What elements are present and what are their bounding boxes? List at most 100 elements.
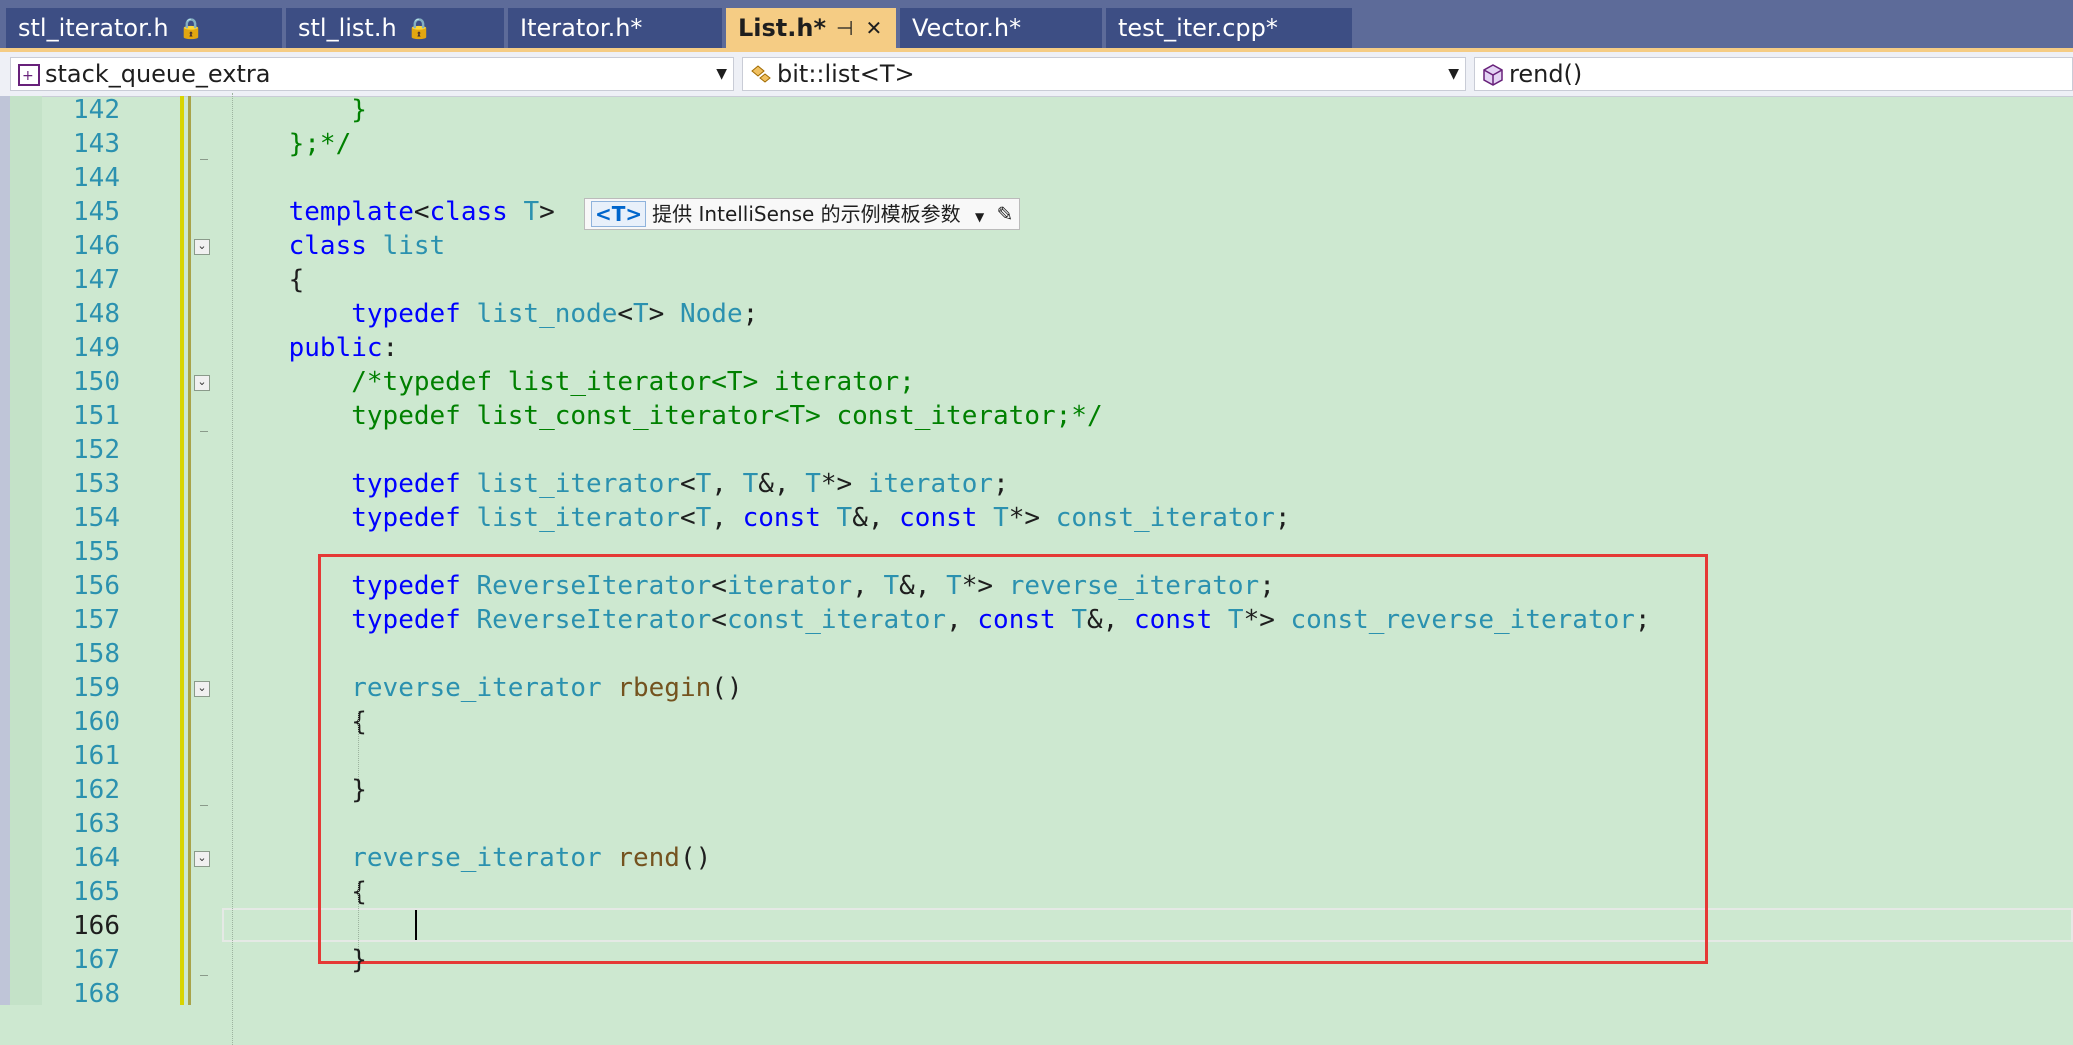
code-line[interactable]: typedef list_const_iterator<T> const_ite… [226,399,1103,433]
code-token: < [679,469,696,499]
code-line[interactable]: } [226,943,367,977]
chevron-down-icon: ▼ [716,66,727,82]
code-token: typedef list_const_iterator<T> const_ite… [351,401,1103,431]
template-tag: <T> [591,201,647,227]
line-number: 165 [73,877,120,907]
code-token: } [226,945,367,975]
member-name: rend() [1509,60,1583,88]
code-line[interactable]: typedef list_iterator<T, const T&, const… [226,501,1290,535]
code-token: public [288,333,383,363]
code-line[interactable]: /*typedef list_iterator<T> iterator; [226,365,915,399]
code-token: } [226,775,367,805]
collapse-toggle-icon[interactable]: ⌄ [194,239,210,255]
code-token: T [1071,605,1087,635]
code-line[interactable]: class list [226,229,446,263]
code-line[interactable]: typedef list_iterator<T, T&, T*> iterato… [226,467,1009,501]
tab-label: stl_list.h [298,14,397,42]
code-token: *> [1008,503,1056,533]
project-dropdown[interactable]: + stack_queue_extra ▼ [10,57,734,91]
line-number: 144 [73,163,120,193]
chevron-down-icon[interactable]: ▼ [975,210,984,224]
tab-stl-iterator[interactable]: stl_iterator.h 🔒 [6,8,282,48]
code-token: &, [758,469,806,499]
line-number: 160 [73,707,120,737]
intellisense-template-hint[interactable]: <T> 提供 IntelliSense 的示例模板参数 ▼ ✎ [584,198,1021,230]
code-token: *> [961,571,1009,601]
code-token: < [617,299,634,329]
scope-dropdown[interactable]: bit::list<T> ▼ [742,57,1466,91]
line-number: 162 [73,775,120,805]
collapse-toggle-icon[interactable]: ⌄ [194,681,210,697]
tab-vector-h[interactable]: Vector.h* [900,8,1102,48]
tab-iterator-h[interactable]: Iterator.h* [508,8,722,48]
close-icon[interactable]: ✕ [865,8,882,48]
collapse-toggle-icon[interactable]: ⌄ [194,851,210,867]
code-line[interactable]: public: [226,331,399,365]
code-token: typedef [351,469,461,499]
line-number: 155 [73,537,120,567]
tab-label: Vector.h* [912,14,1022,42]
code-token: () [679,843,712,873]
code-token: T [633,299,649,329]
change-tracking-bar [188,96,191,1005]
code-token: typedef [351,503,461,533]
code-token: < [711,605,727,635]
code-token: list [382,231,446,261]
code-token: T [695,469,712,499]
code-token: /*typedef list_iterator<T> iterator; [351,367,915,397]
code-token: T [523,197,540,227]
lock-icon: 🔒 [406,16,432,40]
code-token: ReverseIterator [476,605,712,635]
project-icon: + [18,64,40,86]
indent-guide [358,711,359,779]
code-token: T [695,503,712,533]
code-line[interactable]: };*/ [226,127,352,161]
code-token: T [946,571,962,601]
member-dropdown[interactable]: rend() [1474,57,2073,91]
line-number: 146 [73,231,120,261]
code-token: < [679,503,696,533]
editor-margin [10,96,42,1005]
code-token: : [382,333,399,363]
code-line[interactable]: reverse_iterator rbegin() [226,671,742,705]
code-token: > [539,197,555,227]
line-number: 157 [73,605,120,635]
tab-list-h[interactable]: List.h* ⊣ ✕ [726,8,896,48]
code-line[interactable]: { [226,705,367,739]
pin-icon[interactable]: ⊣ [836,8,853,48]
code-line[interactable]: typedef list_node<T> Node; [226,297,758,331]
code-token: > [648,299,680,329]
tab-label: stl_iterator.h [18,14,169,42]
code-line[interactable]: { [226,263,305,297]
line-number: 167 [73,945,120,975]
code-token: &, [899,571,947,601]
code-token: reverse_iterator [1008,571,1260,601]
code-line[interactable]: template<class T> [226,195,555,229]
collapse-toggle-icon[interactable]: ⌄ [194,375,210,391]
tab-test-iter[interactable]: test_iter.cpp* [1106,8,1352,48]
code-line[interactable]: } [226,773,367,807]
code-token: *> [1243,605,1291,635]
pencil-icon[interactable]: ✎ [997,202,1014,226]
line-number: 161 [73,741,120,771]
code-line[interactable]: typedef ReverseIterator<const_iterator, … [226,603,1650,637]
code-line[interactable]: reverse_iterator rend() [226,841,711,875]
code-token: Node [679,299,743,329]
tab-stl-list[interactable]: stl_list.h 🔒 [286,8,504,48]
chevron-down-icon: ▼ [1448,66,1459,82]
code-line[interactable]: typedef ReverseIterator<iterator, T&, T*… [226,569,1275,603]
code-token: { [226,707,367,737]
code-line[interactable]: { [226,875,367,909]
code-line[interactable]: } [226,93,367,127]
